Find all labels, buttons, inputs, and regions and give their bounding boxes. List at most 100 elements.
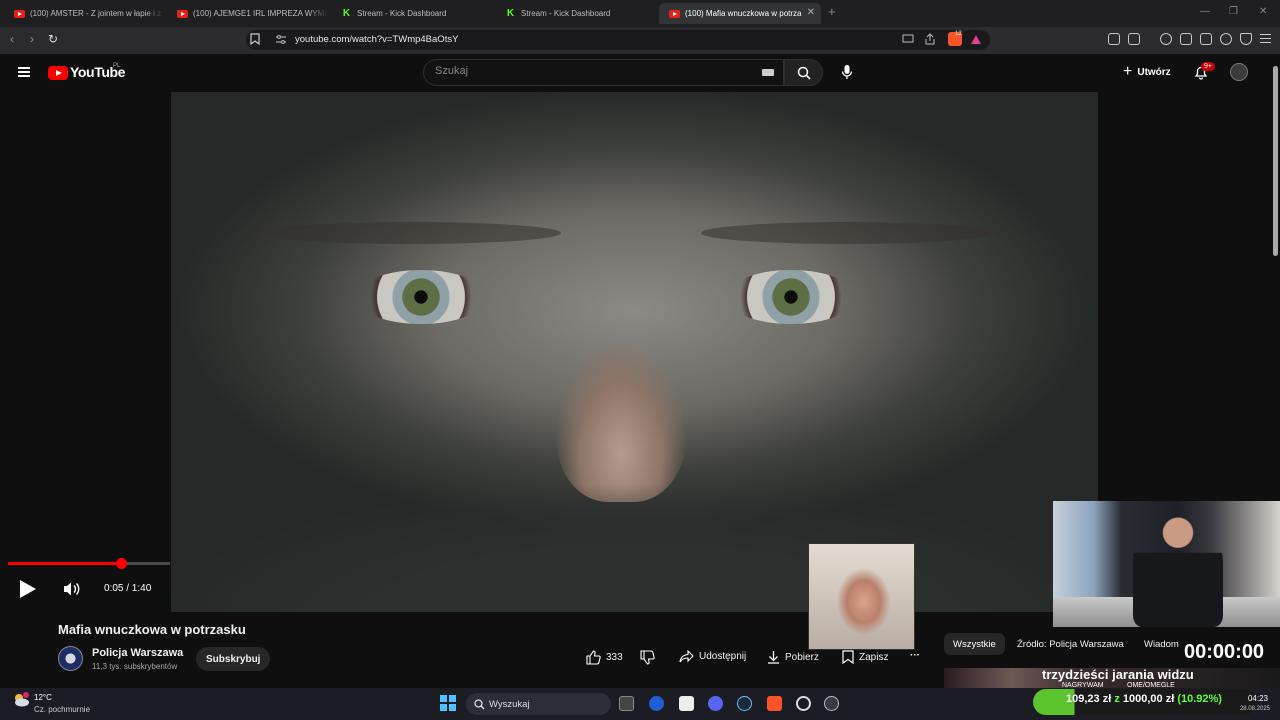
browser-tab-bar: (100) AMSTER - Z jointem w łapie i z (10… [0, 0, 1280, 27]
video-frame[interactable] [171, 92, 1098, 612]
donation-percent: (10.92%) [1177, 693, 1222, 705]
browser-tab-1[interactable]: (100) AMSTER - Z jointem w łapie i z [4, 3, 164, 24]
video-title: Mafia wnuczkowa w potrzasku [58, 622, 246, 637]
vpn-icon[interactable] [1240, 33, 1252, 45]
restore-button[interactable]: ❐ [1229, 6, 1238, 17]
save-button[interactable]: Zapisz [842, 650, 888, 664]
new-tab-button[interactable]: + [828, 4, 836, 19]
wallet-icon[interactable] [1200, 33, 1212, 45]
microphone-icon[interactable] [841, 64, 853, 80]
save-label: Zapisz [859, 651, 889, 663]
like-button[interactable]: 333 [586, 650, 623, 665]
webcam-person [1133, 512, 1223, 627]
share-button[interactable]: Udostępnij [679, 650, 746, 663]
hamburger-menu-icon[interactable] [18, 67, 30, 77]
stream-timer: 00:00:00 [1184, 641, 1265, 663]
url-text[interactable]: youtube.com/watch?v=TWmp4BaOtsY [295, 34, 458, 45]
brave-rewards-icon[interactable] [970, 34, 982, 45]
chip-source[interactable]: Źródło: Policja Warszawa [1008, 633, 1133, 655]
sidebar-icon[interactable] [1180, 33, 1192, 45]
browser-tab-active[interactable]: (100) Mafia wnuczkowa w potrza ✕ [659, 3, 821, 24]
back-icon[interactable]: ‹ [10, 32, 14, 46]
site-settings-icon[interactable] [276, 35, 286, 44]
plus-icon: + [1123, 63, 1133, 80]
download-label: Pobierz [785, 651, 819, 663]
search-icon [474, 699, 485, 710]
tab-label: Stream - Kick Dashboard [357, 9, 447, 18]
notion-icon[interactable] [679, 696, 694, 711]
create-button[interactable]: + Utwórz [1123, 62, 1171, 82]
taskbar-clock[interactable]: 04:23 [1234, 694, 1268, 703]
app-icon[interactable] [796, 696, 811, 711]
dislike-button[interactable] [640, 650, 655, 665]
weather-condition: Cz. pochmurnie [34, 705, 91, 714]
video-content [356, 270, 486, 324]
share-label: Udostępnij [699, 651, 747, 662]
share-icon[interactable] [924, 33, 936, 45]
browser-tab-3[interactable]: K Stream - Kick Dashboard [331, 3, 491, 24]
bookmark-save-icon [842, 650, 854, 664]
menu-icon[interactable] [1260, 34, 1271, 43]
video-content [261, 222, 561, 244]
discord-icon[interactable] [708, 696, 723, 711]
tab-label: (100) AJEMGE1 IRL IMPREZA WYMK [193, 9, 327, 18]
taskbar-search-label: Wyszukaj [489, 699, 530, 710]
browser-tab-2[interactable]: (100) AJEMGE1 IRL IMPREZA WYMK [167, 3, 327, 24]
taskbar-search-input[interactable] [466, 693, 611, 715]
region-code: PL [113, 63, 121, 69]
obs-icon[interactable] [824, 696, 839, 711]
channel-name[interactable]: Policja Warszawa [92, 647, 183, 659]
kick-icon: K [342, 8, 351, 19]
minimize-button[interactable]: — [1200, 6, 1210, 17]
channel-avatar[interactable] [58, 646, 83, 671]
donation-raised: 109,23 zł [1066, 693, 1112, 705]
windows-start-icon[interactable] [440, 695, 456, 711]
thumbs-down-icon [640, 650, 655, 665]
music-icon[interactable] [1160, 33, 1172, 45]
page-scrollbar[interactable] [1273, 66, 1278, 256]
volume-icon[interactable] [63, 581, 81, 597]
more-actions-button[interactable]: ··· [910, 650, 920, 661]
overlay-headline: trzydzieści jarania widzu [1042, 667, 1194, 682]
bookmark-icon[interactable] [250, 33, 260, 45]
create-label: Utwórz [1137, 66, 1171, 78]
search-button[interactable] [784, 59, 823, 86]
forward-icon[interactable]: › [30, 32, 34, 46]
thumbs-up-icon [586, 650, 601, 665]
youtube-logo-icon[interactable] [48, 66, 68, 80]
globe-icon[interactable] [649, 696, 664, 711]
search-input[interactable] [423, 59, 784, 86]
tab-label: Stream - Kick Dashboard [521, 9, 611, 18]
like-count: 333 [606, 652, 623, 663]
screenshot-icon[interactable] [1128, 33, 1140, 45]
youtube-icon [14, 9, 25, 18]
close-tab-icon[interactable]: ✕ [807, 7, 815, 18]
video-content [701, 222, 991, 244]
download-button[interactable]: Pobierz [767, 650, 819, 664]
brave-badge: 12 [955, 31, 962, 37]
extensions-icon[interactable] [1108, 33, 1120, 45]
chip-news[interactable]: Wiadom [1135, 633, 1181, 655]
kick-icon: K [506, 8, 515, 19]
video-content [726, 270, 856, 324]
youtube-icon [669, 9, 680, 18]
browser-tab-4[interactable]: K Stream - Kick Dashboard [495, 3, 655, 24]
download-icon [768, 651, 779, 664]
keyboard-icon[interactable] [762, 69, 774, 76]
progress-scrubber[interactable] [116, 558, 127, 569]
taskbar-date[interactable]: 28.08.2025 [1234, 706, 1270, 712]
youtube-icon [177, 9, 188, 18]
steam-icon[interactable] [737, 696, 752, 711]
chip-all[interactable]: Wszystkie [944, 633, 1005, 655]
terminal-icon[interactable] [619, 696, 634, 711]
cast-icon[interactable] [902, 34, 914, 44]
close-window-button[interactable]: ✕ [1259, 6, 1267, 17]
account-avatar[interactable] [1230, 63, 1248, 81]
play-button[interactable] [20, 580, 36, 598]
share-arrow-icon [679, 650, 694, 663]
brave-browser-icon[interactable] [767, 696, 782, 711]
leo-ai-icon[interactable] [1220, 33, 1232, 45]
weather-cloud-icon[interactable] [12, 692, 30, 708]
subscribe-button[interactable]: Subskrybuj [196, 647, 271, 671]
reload-icon[interactable]: ↻ [48, 32, 58, 46]
